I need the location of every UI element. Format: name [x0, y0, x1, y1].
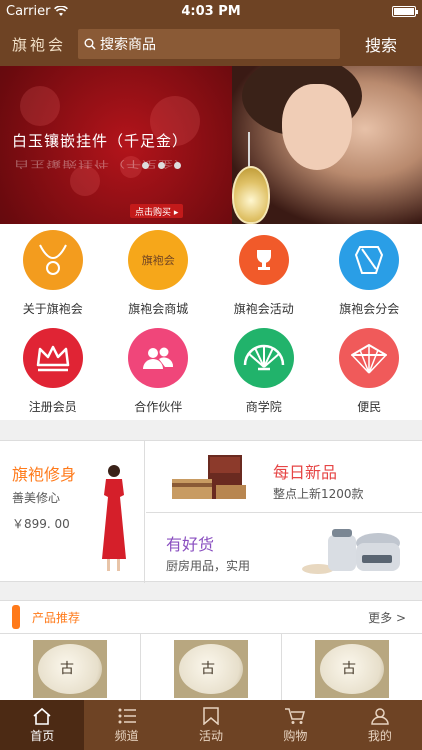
- shop-logo-icon: 旗袍会: [128, 230, 189, 290]
- gift-box-image: [172, 455, 246, 499]
- battery-icon: [392, 5, 418, 17]
- more-link[interactable]: 更多 >: [368, 609, 406, 626]
- carousel-dots[interactable]: [142, 162, 181, 169]
- buy-now-tag[interactable]: 点击购买 ▸: [130, 204, 184, 218]
- trophy-icon: [238, 235, 289, 285]
- promo-card-goods[interactable]: 有好货 厨房用品，实用: [146, 513, 422, 583]
- promo-subtitle: 整点上新1200款: [273, 487, 364, 501]
- list-icon: [118, 708, 136, 723]
- promo-banner[interactable]: 白玉镶嵌挂件（千足金） 白玉镶嵌挂件（千足金） 点击购买 ▸: [0, 66, 422, 224]
- carrier-label: Carrier: [6, 3, 51, 19]
- grid-label: 关于旗袍会: [22, 302, 83, 316]
- grid-label: 旗袍会商城: [128, 302, 189, 316]
- app-logo: 旗袍会: [11, 35, 66, 54]
- tea-cake-image: 古: [33, 640, 107, 698]
- tea-cake-image: 古: [315, 640, 389, 698]
- product-card[interactable]: 古: [0, 634, 141, 700]
- grid-item-events[interactable]: 旗袍会活动: [211, 224, 317, 322]
- partners-icon: [128, 328, 189, 388]
- grid-label: 便民: [357, 400, 382, 414]
- crown-icon: [22, 328, 83, 388]
- product-list: 古 古 古: [0, 634, 422, 700]
- search-button[interactable]: 搜索: [340, 32, 422, 56]
- necklace-icon: [22, 230, 83, 290]
- grid-label: 旗袍会活动: [233, 302, 294, 316]
- bookmark-icon: [203, 706, 219, 725]
- tab-shopping[interactable]: 购物: [253, 700, 337, 750]
- promo-title: 每日新品: [273, 463, 338, 482]
- grid-label: 合作伙伴: [134, 400, 183, 414]
- promo-title: 旗袍修身: [12, 465, 77, 484]
- promo-card-qipao[interactable]: 旗袍修身 善美修心 ￥899. 00: [0, 441, 145, 583]
- wifi-icon: [54, 5, 69, 16]
- home-icon: [33, 707, 51, 725]
- grid-label: 商学院: [245, 400, 282, 414]
- tab-label: 首页: [30, 728, 55, 743]
- branch-icon: [339, 230, 400, 290]
- fan-icon: [233, 328, 294, 388]
- cart-icon: [285, 707, 306, 724]
- tab-label: 频道: [114, 728, 139, 743]
- status-bar: Carrier 4:03 PM: [0, 0, 422, 22]
- tab-label: 活动: [199, 728, 224, 743]
- carousel-dot[interactable]: [174, 162, 181, 169]
- promo-section: 旗袍修身 善美修心 ￥899. 00 每日新品 整点上新1200款 有好货 厨房…: [0, 440, 422, 583]
- tab-events[interactable]: 活动: [169, 700, 253, 750]
- tab-label: 我的: [367, 728, 392, 743]
- grid-label: 注册会员: [28, 400, 77, 414]
- app-header: 旗袍会 搜索商品 搜索: [0, 22, 422, 66]
- umbrella-icon: [339, 328, 400, 388]
- promo-card-new[interactable]: 每日新品 整点上新1200款: [146, 441, 422, 513]
- banner-caption: 白玉镶嵌挂件（千足金）: [12, 132, 189, 150]
- app-screen: Carrier 4:03 PM 旗袍会 搜索商品 搜索 白玉镶嵌挂件（千足金） …: [0, 0, 422, 750]
- section-marker: [12, 605, 20, 629]
- product-card[interactable]: 古: [282, 634, 422, 700]
- promo-title: 有好货: [166, 535, 215, 554]
- qipao-model-image: [102, 465, 126, 571]
- recommend-section-header: 产品推荐 更多 >: [0, 600, 422, 634]
- pendant-image: [232, 166, 270, 224]
- bottom-tab-bar: 首页 频道 活动 购物 我的: [0, 700, 422, 750]
- grid-item-academy[interactable]: 商学院: [211, 322, 317, 420]
- user-icon: [371, 707, 389, 725]
- grid-item-register[interactable]: 注册会员: [0, 322, 106, 420]
- promo-price: ￥899. 00: [12, 517, 70, 531]
- grid-item-mall[interactable]: 旗袍会 旗袍会商城: [106, 224, 212, 322]
- tab-home[interactable]: 首页: [0, 700, 85, 750]
- grid-item-partners[interactable]: 合作伙伴: [106, 322, 212, 420]
- category-grid: 关于旗袍会 旗袍会 旗袍会商城 旗袍会活动 旗袍会分会 注册会员 合作伙伴 商学…: [0, 224, 422, 420]
- grid-label: 旗袍会分会: [339, 302, 400, 316]
- grid-item-branch[interactable]: 旗袍会分会: [317, 224, 422, 322]
- tab-mine[interactable]: 我的: [338, 700, 422, 750]
- product-card[interactable]: 古: [141, 634, 282, 700]
- tab-channel[interactable]: 频道: [84, 700, 168, 750]
- promo-subtitle: 厨房用品，实用: [166, 559, 251, 573]
- tea-cake-image: 古: [174, 640, 248, 698]
- search-placeholder: 搜索商品: [100, 37, 156, 53]
- carousel-dot[interactable]: [142, 162, 149, 169]
- kitchen-appliances-image: [302, 529, 400, 574]
- promo-subtitle: 善美修心: [12, 491, 61, 505]
- grid-item-convenience[interactable]: 便民: [317, 322, 422, 420]
- section-title: 产品推荐: [32, 610, 81, 625]
- tab-label: 购物: [283, 728, 308, 743]
- grid-item-about[interactable]: 关于旗袍会: [0, 224, 106, 322]
- search-input[interactable]: 搜索商品: [78, 29, 340, 59]
- carousel-dot[interactable]: [158, 162, 165, 169]
- search-icon: [84, 38, 96, 50]
